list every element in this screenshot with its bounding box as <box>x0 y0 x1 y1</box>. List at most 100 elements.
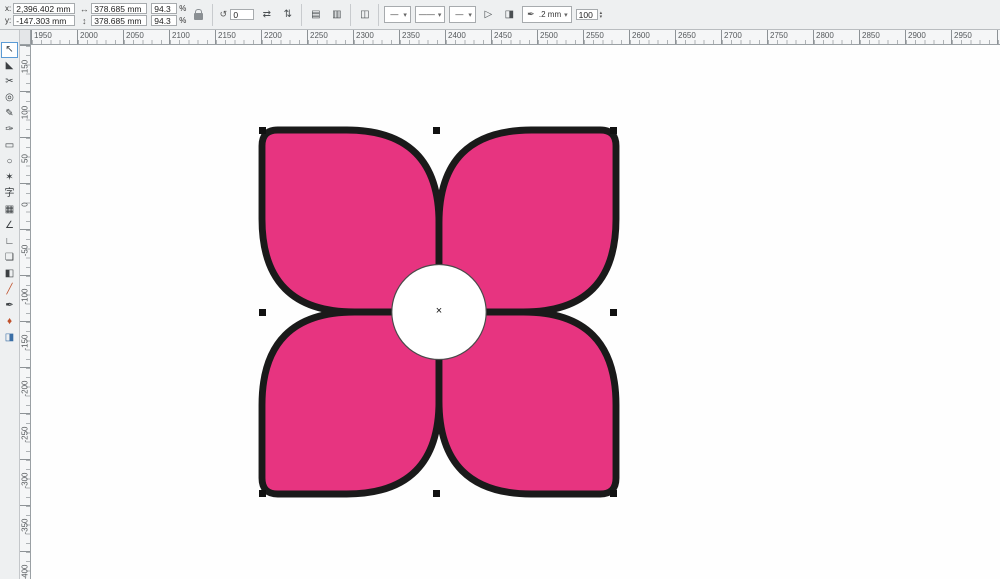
zoom-tool-button[interactable]: ◎ <box>1 90 18 106</box>
drop-shadow-tool-button[interactable]: ❏ <box>1 250 18 266</box>
ruler-segment: -250 <box>20 413 30 459</box>
ruler-segment: 150 <box>20 45 30 91</box>
width-input[interactable]: 378.685 mm <box>91 3 148 14</box>
ruler-label: -50 <box>20 244 30 257</box>
interactive-fill-tool-button[interactable]: ◨ <box>1 330 18 346</box>
selection-handle-ne[interactable] <box>610 127 617 134</box>
selection-handle-nw[interactable] <box>259 127 266 134</box>
vertical-ruler[interactable]: 150 100 50 0 -50 -100 -150 -200 -250 -30… <box>20 45 31 579</box>
selection-handle-w[interactable] <box>259 309 266 316</box>
eyedropper-tool-button[interactable]: ╱ <box>1 282 18 298</box>
ruler-segment: 2450 <box>491 30 537 44</box>
selection-handle-e[interactable] <box>610 309 617 316</box>
width-icon: ↔ <box>79 3 89 14</box>
scale-x-input[interactable]: 94.3 <box>151 3 178 14</box>
ruler-segment: -350 <box>20 505 30 551</box>
ruler-label: -350 <box>20 518 30 535</box>
arrow-end-combo[interactable]: — ▾ <box>449 6 476 23</box>
wrap-text-button[interactable]: ◨ <box>501 6 518 23</box>
ruler-segment: -150 <box>20 321 30 367</box>
scale-fields: 94.3 % 94.3 % <box>151 3 186 26</box>
ruler-label: 2700 <box>724 31 742 40</box>
outline-pen-icon: ✒ <box>5 300 14 311</box>
horizontal-ruler[interactable]: 1950 2000 2050 2100 2150 2200 2250 2300 … <box>31 30 1000 45</box>
table-tool-button[interactable]: ▦ <box>1 202 18 218</box>
spinner[interactable]: ▴ ▾ <box>600 10 603 19</box>
ruler-label: 2200 <box>264 31 282 40</box>
ruler-label: 2500 <box>540 31 558 40</box>
ruler-segment: -200 <box>20 367 30 413</box>
rectangle-tool-button[interactable]: ▭ <box>1 138 18 154</box>
mirror-vertical-button[interactable]: ⇅ <box>279 6 296 23</box>
group-button[interactable]: ▥ <box>328 6 345 23</box>
ruler-segment: 2000 <box>77 30 123 44</box>
polygon-icon: ✶ <box>5 172 14 183</box>
connector-tool-button[interactable]: ∟ <box>1 234 18 250</box>
order-button[interactable]: ▤ <box>307 6 324 23</box>
ruler-label: 2250 <box>310 31 328 40</box>
selection-handle-sw[interactable] <box>259 490 266 497</box>
y-label: y: <box>5 16 12 25</box>
brush-icon: ✑ <box>5 124 14 135</box>
eyedropper-icon: ╱ <box>6 284 13 295</box>
ruler-label: 2050 <box>126 31 144 40</box>
ruler-label: 2300 <box>356 31 374 40</box>
line-style-combo[interactable]: —— ▾ <box>414 6 446 23</box>
ruler-segment: 0 <box>20 183 30 229</box>
fill-tool-button[interactable]: ♦ <box>1 314 18 330</box>
canvas[interactable]: × <box>31 45 1000 579</box>
ruler-label: 2850 <box>862 31 880 40</box>
ruler-label: 2650 <box>678 31 696 40</box>
arrow-start-preview: — <box>390 10 399 19</box>
ruler-origin[interactable] <box>20 30 31 45</box>
arrow-start-combo[interactable]: — ▾ <box>384 6 411 23</box>
artistic-media-tool-button[interactable]: ✑ <box>1 122 18 138</box>
outline-width-value: .2 mm <box>538 10 562 19</box>
ungroup-button[interactable]: ◫ <box>356 6 373 23</box>
crop-tool-button[interactable]: ✂ <box>1 74 18 90</box>
height-input[interactable]: 378.685 mm <box>91 15 148 26</box>
shape-tool-button[interactable]: ◣ <box>1 58 18 74</box>
selection-center-marker: × <box>435 305 443 317</box>
ruler-label: 2600 <box>632 31 650 40</box>
chevron-down-icon: ▾ <box>564 11 568 19</box>
ruler-segment: 2800 <box>813 30 859 44</box>
selection-handle-se[interactable] <box>610 490 617 497</box>
position-fields: x: 2,396.402 mm y: -147.303 mm <box>5 3 76 26</box>
y-position-input[interactable]: -147.303 mm <box>13 15 76 26</box>
outline-pen-tool-button[interactable]: ✒ <box>1 298 18 314</box>
pick-arrow-icon: ↖ <box>5 44 14 55</box>
arrow-end-preview: — <box>455 10 464 19</box>
pick-tool-button[interactable]: ↖ <box>1 42 18 58</box>
flow-arrow-button[interactable]: ▷ <box>480 6 497 23</box>
scale-lock-button[interactable] <box>190 7 207 24</box>
x-position-input[interactable]: 2,396.402 mm <box>13 3 76 14</box>
ruler-segment: -50 <box>20 229 30 275</box>
misc-value-input[interactable]: 100 <box>575 9 598 20</box>
dimension-tool-button[interactable]: ∠ <box>1 218 18 234</box>
freehand-tool-button[interactable]: ✎ <box>1 106 18 122</box>
order-icon: ▤ <box>311 9 321 20</box>
ruler-segment: 2150 <box>215 30 261 44</box>
ruler-segment: 2300 <box>353 30 399 44</box>
ruler-segment: 2900 <box>905 30 951 44</box>
ellipse-tool-button[interactable]: ○ <box>1 154 18 170</box>
ruler-label: 2750 <box>770 31 788 40</box>
ruler-segment: 2500 <box>537 30 583 44</box>
separator <box>350 3 352 26</box>
percent-label: % <box>179 4 187 13</box>
selection-handle-s[interactable] <box>433 490 440 497</box>
selection-handle-n[interactable] <box>433 127 440 134</box>
ellipse-icon: ○ <box>6 156 13 167</box>
mirror-horizontal-button[interactable]: ⇄ <box>258 6 275 23</box>
polygon-tool-button[interactable]: ✶ <box>1 170 18 186</box>
outline-width-combo[interactable]: ✒ .2 mm ▾ <box>521 6 572 23</box>
scale-y-input[interactable]: 94.3 <box>151 15 178 26</box>
app-window: x: 2,396.402 mm y: -147.303 mm ↔ 378.685… <box>0 0 1000 579</box>
rotation-input[interactable]: 0 <box>230 9 255 20</box>
transparency-tool-button[interactable]: ◧ <box>1 266 18 282</box>
spinner-down-icon[interactable]: ▾ <box>600 14 603 19</box>
ruler-label: 2450 <box>494 31 512 40</box>
ruler-label: 2550 <box>586 31 604 40</box>
text-tool-button[interactable]: 字 <box>1 186 18 202</box>
